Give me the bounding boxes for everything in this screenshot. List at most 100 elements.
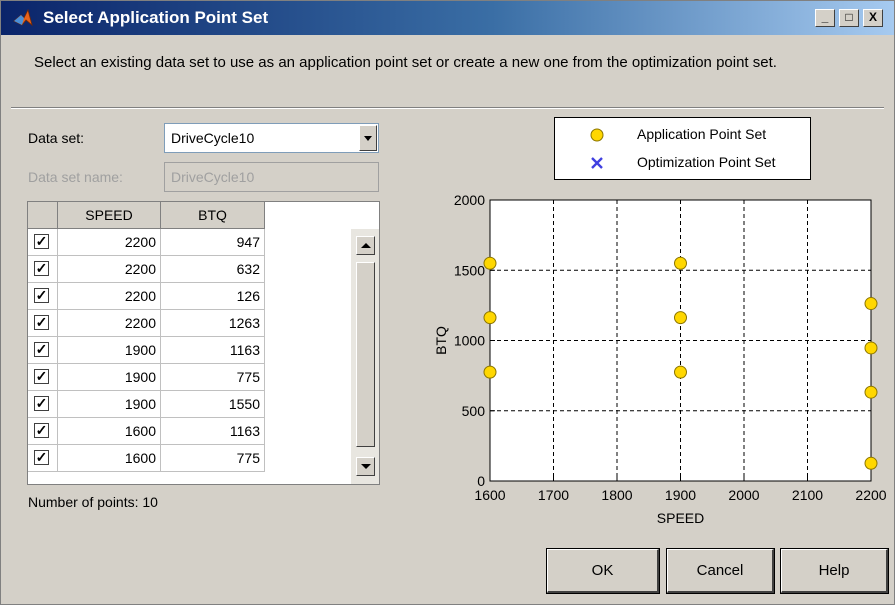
cell-speed[interactable]: 2200 [58, 229, 161, 256]
cell-btq[interactable]: 1263 [161, 310, 265, 337]
table-row[interactable]: ✓ 1900 1550 [28, 391, 265, 418]
table-row[interactable]: ✓ 2200 632 [28, 256, 265, 283]
x-tick-label: 1700 [538, 487, 569, 503]
legend-label-application: Application Point Set [637, 126, 767, 142]
cell-speed[interactable]: 2200 [58, 283, 161, 310]
data-set-name-label: Data set name: [28, 169, 123, 185]
data-set-dropdown[interactable]: DriveCycle10 [164, 123, 379, 153]
row-checkbox[interactable]: ✓ [34, 261, 49, 276]
maximize-button[interactable]: □ [839, 9, 859, 27]
x-tick-label: 2200 [855, 487, 886, 503]
scrollbar-thumb[interactable] [356, 262, 375, 447]
row-checkbox[interactable]: ✓ [34, 450, 49, 465]
separator [11, 107, 884, 109]
table-row[interactable]: ✓ 2200 126 [28, 283, 265, 310]
row-checkbox-cell: ✓ [28, 310, 58, 337]
matlab-logo-icon [13, 9, 33, 27]
cell-btq[interactable]: 1550 [161, 391, 265, 418]
row-checkbox-cell: ✓ [28, 256, 58, 283]
header-check-column [28, 202, 58, 229]
application-point [864, 297, 878, 311]
row-checkbox-cell: ✓ [28, 337, 58, 364]
ok-button[interactable]: OK [546, 548, 660, 594]
y-tick-label: 2000 [454, 192, 485, 208]
legend-entry-application: Application Point Set [555, 123, 810, 147]
table-row[interactable]: ✓ 1900 775 [28, 364, 265, 391]
application-point [674, 365, 687, 379]
table-row[interactable]: ✓ 2200 947 [28, 229, 265, 256]
row-checkbox[interactable]: ✓ [34, 288, 49, 303]
row-checkbox-cell: ✓ [28, 283, 58, 310]
cell-btq[interactable]: 775 [161, 445, 265, 472]
column-header-speed[interactable]: SPEED [58, 202, 161, 229]
scroll-down-arrow-icon[interactable] [356, 457, 375, 476]
y-tick-label: 0 [477, 473, 485, 489]
cell-btq[interactable]: 775 [161, 364, 265, 391]
minimize-button[interactable]: _ [815, 9, 835, 27]
y-axis-label: BTQ [433, 326, 449, 355]
table-row[interactable]: ✓ 2200 1263 [28, 310, 265, 337]
help-button[interactable]: Help [780, 548, 889, 594]
cell-btq[interactable]: 632 [161, 256, 265, 283]
cell-speed[interactable]: 1900 [58, 364, 161, 391]
row-checkbox[interactable]: ✓ [34, 396, 49, 411]
title-bar[interactable]: Select Application Point Set _ □ X [1, 1, 894, 35]
cell-speed[interactable]: 1600 [58, 418, 161, 445]
cell-speed[interactable]: 1900 [58, 391, 161, 418]
close-button[interactable]: X [863, 9, 883, 27]
row-checkbox[interactable]: ✓ [34, 315, 49, 330]
application-point [864, 385, 878, 399]
y-tick-label: 500 [462, 403, 486, 419]
table-row[interactable]: ✓ 1900 1163 [28, 337, 265, 364]
legend-entry-optimization: Optimization Point Set [555, 151, 810, 175]
application-point [483, 365, 497, 379]
y-tick-label: 1000 [454, 333, 485, 349]
x-tick-label: 1800 [601, 487, 632, 503]
cell-btq[interactable]: 126 [161, 283, 265, 310]
application-point [483, 311, 497, 325]
cancel-button[interactable]: Cancel [666, 548, 775, 594]
cell-btq[interactable]: 1163 [161, 418, 265, 445]
row-checkbox[interactable]: ✓ [34, 423, 49, 438]
points-table: SPEED BTQ ✓ 2200 947 ✓ 2200 632 ✓ 2200 126 ✓ 2200 1… [27, 201, 380, 485]
data-set-label: Data set: [28, 130, 85, 146]
application-point [483, 256, 497, 270]
vertical-scrollbar[interactable] [351, 229, 379, 484]
legend-label-optimization: Optimization Point Set [637, 154, 776, 170]
cell-btq[interactable]: 947 [161, 229, 265, 256]
y-tick-label: 1500 [454, 262, 485, 278]
row-checkbox[interactable]: ✓ [34, 369, 49, 384]
row-checkbox-cell: ✓ [28, 445, 58, 472]
scatter-chart[interactable]: 1600 1700 1800 1900 2000 2100 2200 0 500 1000 1500… [421, 186, 891, 541]
circle-marker-icon [590, 128, 604, 142]
cell-btq[interactable]: 1163 [161, 337, 265, 364]
cross-marker-icon [591, 157, 603, 169]
cell-speed[interactable]: 2200 [58, 310, 161, 337]
number-of-points: Number of points: 10 [28, 494, 158, 510]
column-header-btq[interactable]: BTQ [161, 202, 265, 229]
window-title: Select Application Point Set [43, 8, 269, 27]
application-point [674, 311, 687, 325]
application-point [864, 341, 878, 355]
x-tick-label: 2100 [792, 487, 823, 503]
table-row[interactable]: ✓ 1600 1163 [28, 418, 265, 445]
row-checkbox-cell: ✓ [28, 229, 58, 256]
cell-speed[interactable]: 2200 [58, 256, 161, 283]
row-checkbox-cell: ✓ [28, 418, 58, 445]
dialog-window: Select Application Point Set _ □ X Selec… [0, 0, 895, 605]
data-set-name-field[interactable]: DriveCycle10 [164, 162, 379, 192]
x-tick-label: 1900 [665, 487, 696, 503]
row-checkbox[interactable]: ✓ [34, 342, 49, 357]
application-point [864, 456, 878, 470]
cell-speed[interactable]: 1600 [58, 445, 161, 472]
row-checkbox[interactable]: ✓ [34, 234, 49, 249]
x-axis-label: SPEED [657, 510, 704, 526]
data-set-dropdown-value: DriveCycle10 [171, 130, 255, 146]
data-set-name-value: DriveCycle10 [171, 169, 255, 185]
cell-speed[interactable]: 1900 [58, 337, 161, 364]
table-header: SPEED BTQ [28, 202, 379, 229]
row-checkbox-cell: ✓ [28, 391, 58, 418]
scroll-up-arrow-icon[interactable] [356, 236, 375, 255]
table-row[interactable]: ✓ 1600 775 [28, 445, 265, 472]
chevron-down-icon[interactable] [359, 125, 377, 151]
